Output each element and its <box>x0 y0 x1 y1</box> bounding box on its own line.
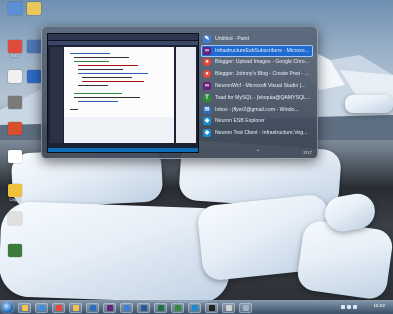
window-title: Neuron Test Client - Infrastructure.Veg.… <box>215 130 308 137</box>
folder-icon <box>72 304 79 311</box>
window-list-item[interactable]: ● Blogger: Johnny's Blog - Create Post - … <box>201 68 313 80</box>
desktop-shortcut[interactable] <box>1 96 29 122</box>
window-list-item[interactable]: ◆ Neuron Test Client - Infrastructure.Veg… <box>201 127 313 139</box>
taskbar-button[interactable] <box>239 302 252 313</box>
taskbar: 16:02 <box>0 300 393 314</box>
toad-icon <box>174 304 181 311</box>
paint-icon <box>123 304 130 311</box>
shortcut-icon <box>8 150 22 163</box>
preview-toolbox-pane <box>50 47 63 143</box>
shortcut-icon <box>8 96 22 109</box>
window-list-item[interactable]: ✎ Untitled - Paint <box>201 33 313 45</box>
app-icon <box>242 304 249 311</box>
window-title: Untitled - Paint <box>215 35 250 42</box>
mail-icon: ✉ <box>203 105 211 114</box>
desktop-shortcut[interactable] <box>1 122 29 148</box>
taskbar-button[interactable] <box>52 302 65 313</box>
window-list-item[interactable]: ● Blogger: Upload Images - Google Chro... <box>201 57 313 69</box>
taskbar-button[interactable] <box>137 302 150 313</box>
neuron-icon <box>191 304 198 311</box>
word-icon <box>140 304 147 311</box>
shortcut-icon <box>8 122 22 135</box>
window-title: Toad for MySQL - [eloquia@QAMYSQL... <box>215 94 311 101</box>
neuron-icon: ◆ <box>203 129 211 138</box>
taskbar-button[interactable] <box>171 302 184 313</box>
outlook-icon <box>89 304 96 311</box>
window-list-item[interactable]: T Toad for MySQL - [eloquia@QAMYSQL... <box>201 92 313 104</box>
ice-floe <box>0 201 232 304</box>
preview-solution-explorer <box>176 47 196 143</box>
shortcut-icon <box>27 70 41 83</box>
shortcut-icon <box>8 212 22 225</box>
preview-code-editor <box>64 47 174 143</box>
ice-floe <box>295 219 393 301</box>
window-list-item[interactable]: ∞ NeuronWcf - Microsoft Visual Studio (..… <box>201 80 313 92</box>
window-title: Neuron ESB Explorer <box>215 118 265 125</box>
visual-studio-icon: ∞ <box>203 82 211 91</box>
neuron-icon: ◆ <box>203 117 211 126</box>
window-title: Blogger: Johnny's Blog - Create Post - .… <box>215 71 309 78</box>
taskbar-button[interactable] <box>188 302 201 313</box>
system-tray[interactable] <box>341 305 363 310</box>
visual-studio-icon <box>106 304 113 311</box>
desktop-shortcut[interactable] <box>1 150 29 176</box>
explorer-icon <box>21 304 28 311</box>
shortcut-icon <box>27 2 41 15</box>
paint-icon: ✎ <box>203 34 211 43</box>
shortcut-icon <box>8 244 22 257</box>
desktop-shortcut[interactable] <box>1 212 29 238</box>
desktop-shortcut[interactable] <box>20 2 48 28</box>
taskbar-button[interactable] <box>86 302 99 313</box>
app-icon <box>225 304 232 311</box>
chrome-icon <box>55 304 62 311</box>
desktop-shortcut[interactable]: City of <box>1 184 29 210</box>
window-list-item[interactable]: ✉ Inbox - jflyer2@gmail.com - Windo... <box>201 104 313 116</box>
visual-studio-icon: ∞ <box>203 46 211 55</box>
taskbar-button[interactable] <box>18 302 31 313</box>
clock-time: 16:02 <box>373 303 386 308</box>
scroll-down-icon[interactable]: ⌄ <box>256 147 260 153</box>
cmd-icon <box>208 304 215 311</box>
window-title: InfrastructureEsbSubscribers - Microso..… <box>215 47 309 54</box>
window-switcher: ✎ Untitled - Paint ∞ InfrastructureEsbSubsc… <box>41 26 318 159</box>
window-list-item[interactable]: ◆ Neuron ESB Explorer <box>201 116 313 128</box>
shortcut-label: City of <box>9 198 21 202</box>
preview-menubar <box>48 34 198 41</box>
chrome-icon: ● <box>203 70 211 79</box>
taskbar-button[interactable] <box>120 302 133 313</box>
ie-icon <box>38 304 45 311</box>
shortcut-icon <box>27 40 41 53</box>
desktop-shortcut[interactable] <box>1 244 29 270</box>
window-title: NeuronWcf - Microsoft Visual Studio (... <box>215 83 306 90</box>
taskbar-button[interactable] <box>103 302 116 313</box>
ice-floe <box>345 95 393 113</box>
chrome-icon: ● <box>203 58 211 67</box>
excel-icon <box>157 304 164 311</box>
window-title: Inbox - jflyer2@gmail.com - Windo... <box>215 106 299 113</box>
taskbar-button[interactable] <box>69 302 82 313</box>
window-preview-thumbnail[interactable] <box>47 33 199 153</box>
start-button[interactable] <box>2 302 13 313</box>
window-list: ✎ Untitled - Paint ∞ InfrastructureEsbSubsc… <box>201 33 313 139</box>
preview-statusbar <box>48 148 198 152</box>
toad-icon: T <box>203 93 211 102</box>
taskbar-button[interactable] <box>35 302 48 313</box>
window-counter: 2/17 <box>303 150 312 155</box>
preview-toolbar <box>48 41 198 45</box>
clock[interactable]: 16:02 <box>374 303 386 308</box>
window-title: Blogger: Upload Images - Google Chro... <box>215 59 310 66</box>
shortcut-icon <box>8 184 22 197</box>
taskbar-button[interactable] <box>222 302 235 313</box>
taskbar-button[interactable] <box>205 302 218 313</box>
taskbar-button[interactable] <box>154 302 167 313</box>
window-list-item[interactable]: ∞ InfrastructureEsbSubscribers - Microso.… <box>201 44 313 57</box>
